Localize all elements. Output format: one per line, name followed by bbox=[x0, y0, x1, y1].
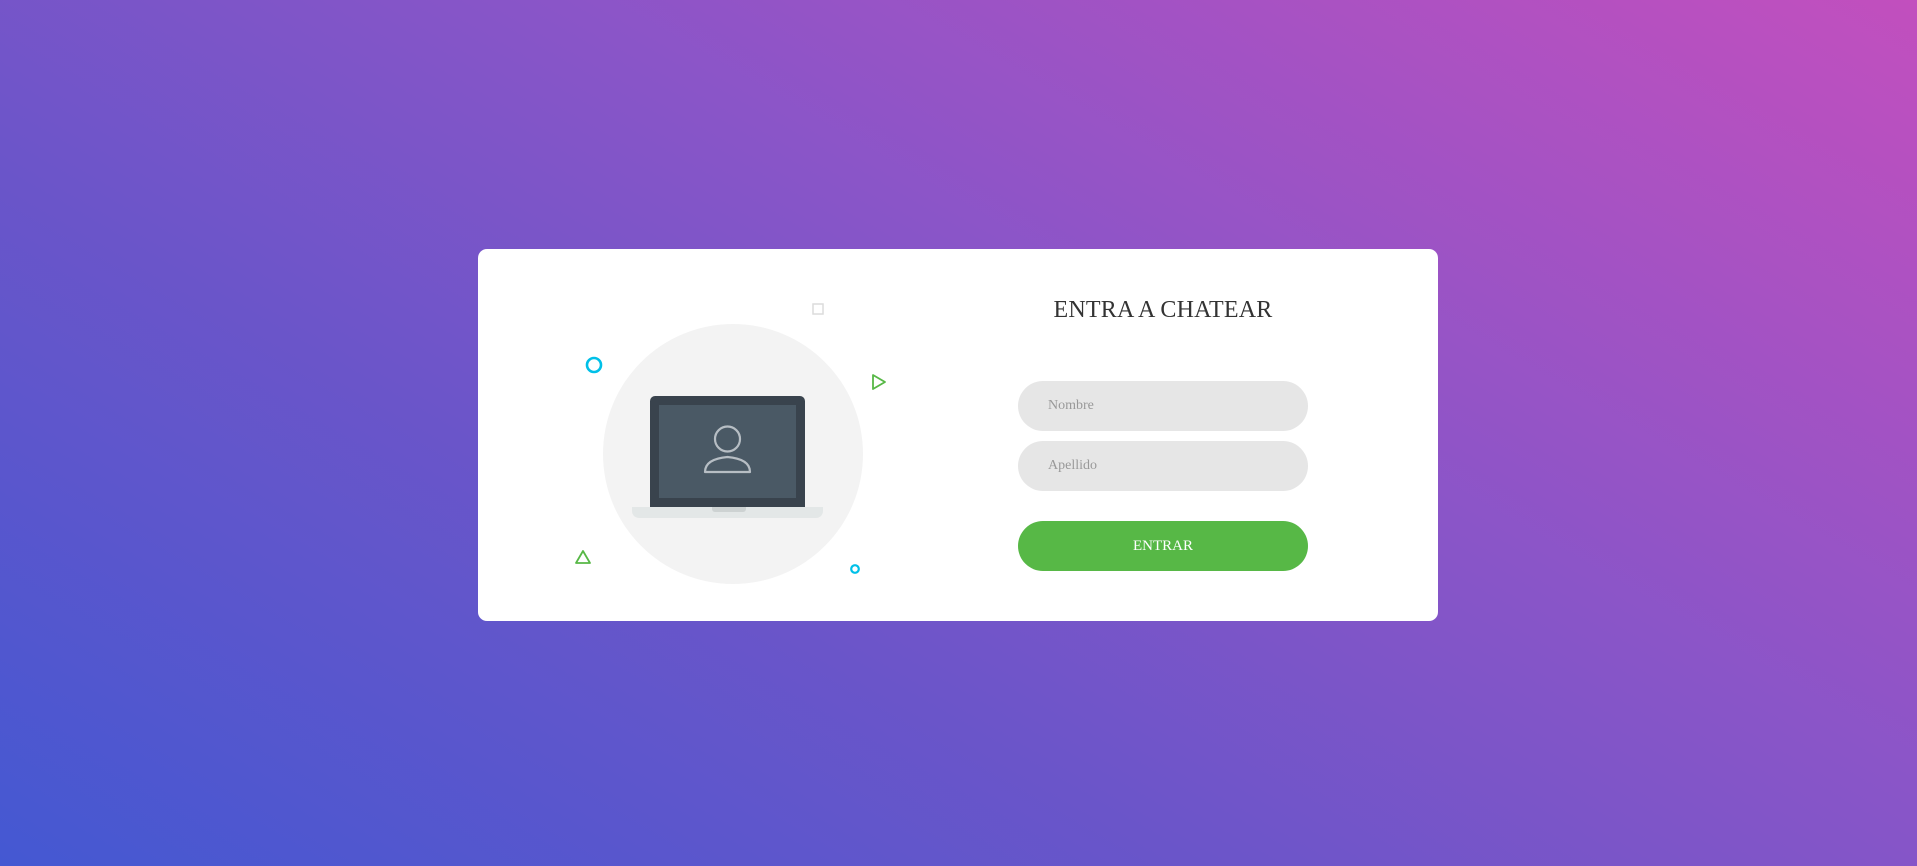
small-circle-icon bbox=[850, 564, 860, 574]
login-card: ENTRA A CHATEAR ENTRAR bbox=[478, 249, 1438, 621]
square-icon bbox=[812, 303, 824, 315]
triangle-right-icon bbox=[872, 374, 886, 390]
login-illustration bbox=[478, 249, 956, 621]
user-icon bbox=[703, 425, 752, 474]
enter-button[interactable]: ENTRAR bbox=[1018, 521, 1308, 571]
triangle-up-icon bbox=[575, 550, 591, 564]
circle-icon bbox=[585, 356, 603, 374]
first-name-input[interactable] bbox=[1018, 381, 1308, 431]
last-name-input[interactable] bbox=[1018, 441, 1308, 491]
laptop-display bbox=[659, 405, 796, 498]
page-title: ENTRA A CHATEAR bbox=[1053, 297, 1273, 323]
laptop-user-icon bbox=[650, 396, 805, 507]
laptop-base bbox=[632, 507, 823, 518]
laptop-notch bbox=[712, 507, 746, 512]
